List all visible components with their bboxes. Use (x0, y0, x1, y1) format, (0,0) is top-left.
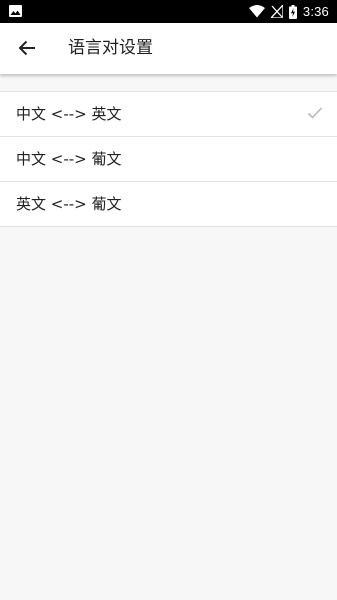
list-item-en-pt[interactable]: 英文 <--> 葡文 (0, 182, 337, 227)
wifi-icon (248, 5, 265, 18)
image-icon (9, 5, 22, 17)
back-button[interactable] (10, 31, 44, 65)
list-item-zh-en[interactable]: 中文 <--> 英文 (0, 92, 337, 137)
status-time: 3:36 (302, 4, 329, 19)
list-item-label: 中文 <--> 葡文 (16, 150, 122, 168)
list-item-label: 英文 <--> 葡文 (16, 195, 122, 213)
list-item-label: 中文 <--> 英文 (16, 105, 122, 123)
page-title: 语言对设置 (68, 38, 153, 58)
app-bar: 语言对设置 (0, 23, 337, 74)
status-bar: 3:36 (0, 0, 337, 23)
battery-charging-icon (288, 4, 297, 19)
check-icon (307, 107, 323, 119)
language-pair-list: 中文 <--> 英文 中文 <--> 葡文 英文 <--> 葡文 (0, 91, 337, 227)
arrow-left-icon (18, 40, 35, 56)
list-item-zh-pt[interactable]: 中文 <--> 葡文 (0, 137, 337, 182)
no-signal-icon (270, 5, 283, 18)
